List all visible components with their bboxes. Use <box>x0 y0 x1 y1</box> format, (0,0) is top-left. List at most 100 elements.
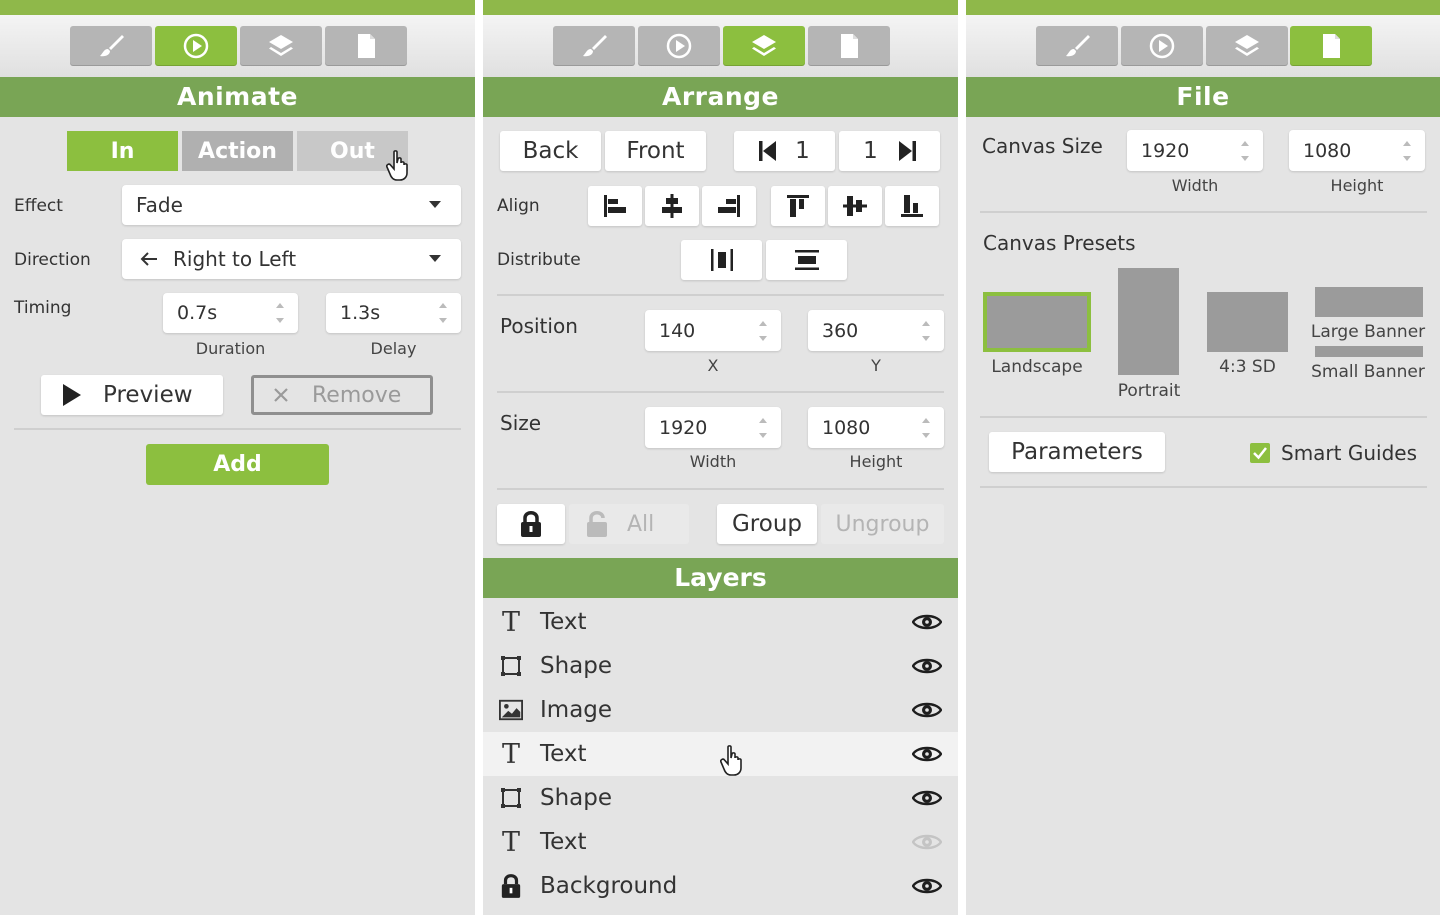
align-left-icon <box>604 195 626 217</box>
layers-tab-button[interactable] <box>723 26 805 66</box>
parameters-button[interactable]: Parameters <box>989 432 1165 472</box>
layer-name: Image <box>540 697 613 723</box>
smart-guides-label[interactable]: Smart Guides <box>1281 441 1417 465</box>
stepper-arrows-icon[interactable] <box>1239 137 1251 165</box>
top-accent-bar <box>966 0 1440 15</box>
direction-label: Direction <box>14 250 91 270</box>
shape-icon <box>499 786 523 810</box>
file-tab-button[interactable] <box>325 26 407 66</box>
eye-icon[interactable] <box>912 656 942 676</box>
animate-tab-button[interactable] <box>638 26 720 66</box>
top-accent-bar <box>483 0 958 15</box>
align-left-button[interactable] <box>588 186 642 226</box>
animate-tab-button[interactable] <box>155 26 237 66</box>
layers-tab-button[interactable] <box>240 26 322 66</box>
preset-small-banner-thumb[interactable] <box>1315 346 1423 357</box>
segment-in[interactable]: In <box>67 131 178 171</box>
brush-tab-button[interactable] <box>70 26 152 66</box>
stepper-arrows-icon[interactable] <box>920 414 932 442</box>
layers-tab-button[interactable] <box>1206 26 1288 66</box>
add-button[interactable]: Add <box>146 444 329 485</box>
stepper-arrows-icon[interactable] <box>437 299 449 327</box>
eye-icon[interactable] <box>912 700 942 720</box>
layer-row[interactable]: Image <box>483 688 958 732</box>
width-value: 1920 <box>659 416 708 439</box>
preset-landscape-thumb[interactable] <box>983 292 1091 352</box>
step-back-button[interactable]: 1 <box>734 131 835 171</box>
file-tab-button[interactable] <box>1290 26 1372 66</box>
preset-small-banner-label[interactable]: Small Banner <box>1306 362 1430 382</box>
chevron-down-icon <box>429 255 441 262</box>
eye-icon[interactable] <box>912 832 942 852</box>
layer-row[interactable]: Shape <box>483 644 958 688</box>
lock-button[interactable] <box>497 504 565 544</box>
arrange-panel: Arrange Back Front 1 1 Align Distribute … <box>483 0 958 915</box>
eye-icon[interactable] <box>912 788 942 808</box>
layer-row[interactable]: T Text <box>483 820 958 864</box>
x-stepper[interactable]: 140 <box>645 310 781 351</box>
animate-tab-button[interactable] <box>1121 26 1203 66</box>
stepper-arrows-icon[interactable] <box>1401 137 1413 165</box>
eye-icon[interactable] <box>912 876 942 896</box>
ungroup-button[interactable]: Ungroup <box>821 504 944 544</box>
effect-select[interactable]: Fade <box>122 185 461 225</box>
align-bottom-button[interactable] <box>885 186 939 226</box>
send-back-button[interactable]: Back <box>500 131 601 171</box>
smart-guides-checkbox[interactable] <box>1250 443 1270 463</box>
direction-value: Right to Left <box>173 247 297 271</box>
brush-tab-button[interactable] <box>1036 26 1118 66</box>
align-center-button[interactable] <box>645 186 699 226</box>
preset-large-banner-thumb[interactable] <box>1315 287 1423 317</box>
lock-all-label: All <box>627 511 655 537</box>
y-stepper[interactable]: 360 <box>808 310 944 351</box>
preset-large-banner-label[interactable]: Large Banner <box>1306 322 1430 342</box>
align-middle-button[interactable] <box>828 186 882 226</box>
preview-button[interactable]: Preview <box>41 375 223 415</box>
brush-icon <box>583 35 607 57</box>
stepper-arrows-icon[interactable] <box>757 317 769 345</box>
group-button[interactable]: Group <box>717 504 817 544</box>
preset-43sd-thumb[interactable] <box>1207 292 1288 352</box>
stepper-arrows-icon[interactable] <box>920 317 932 345</box>
layer-row[interactable]: Background <box>483 864 958 908</box>
size-label: Size <box>500 411 542 435</box>
document-icon <box>358 34 375 58</box>
play-icon <box>1149 33 1175 59</box>
delay-value: 1.3s <box>340 302 381 324</box>
height-stepper[interactable]: 1080 <box>808 407 944 448</box>
remove-label: Remove <box>312 382 402 408</box>
distribute-horizontal-icon <box>710 249 733 271</box>
eye-icon[interactable] <box>912 612 942 632</box>
align-right-button[interactable] <box>702 186 756 226</box>
segment-action[interactable]: Action <box>182 131 293 171</box>
bring-front-button[interactable]: Front <box>605 131 706 171</box>
width-caption: Width <box>689 452 737 471</box>
direction-select[interactable]: Right to Left <box>122 239 461 279</box>
distribute-vertical-button[interactable] <box>766 240 847 280</box>
stepper-arrows-icon[interactable] <box>757 414 769 442</box>
step-forward-button[interactable]: 1 <box>839 131 940 171</box>
remove-button[interactable]: Remove <box>251 375 433 415</box>
distribute-vertical-icon <box>794 250 819 270</box>
preset-portrait-label[interactable]: Portrait <box>1098 381 1200 401</box>
duration-stepper[interactable]: 0.7s <box>163 293 298 333</box>
canvas-width-stepper[interactable]: 1920 <box>1127 130 1263 171</box>
width-stepper[interactable]: 1920 <box>645 407 781 448</box>
preset-43sd-label[interactable]: 4:3 SD <box>1202 357 1293 377</box>
canvas-height-stepper[interactable]: 1080 <box>1289 130 1425 171</box>
duration-caption: Duration <box>195 339 266 358</box>
preset-landscape-label[interactable]: Landscape <box>976 357 1098 377</box>
lock-all-button[interactable]: All <box>569 504 689 544</box>
file-tab-button[interactable] <box>808 26 890 66</box>
layer-row[interactable]: T Text <box>483 600 958 644</box>
layer-row[interactable]: Shape <box>483 776 958 820</box>
eye-icon[interactable] <box>912 744 942 764</box>
preset-portrait-thumb[interactable] <box>1118 268 1179 375</box>
align-top-button[interactable] <box>771 186 825 226</box>
delay-stepper[interactable]: 1.3s <box>326 293 461 333</box>
stepper-arrows-icon[interactable] <box>274 299 286 327</box>
panel-toolbar <box>0 15 475 77</box>
brush-tab-button[interactable] <box>553 26 635 66</box>
distribute-horizontal-button[interactable] <box>681 240 762 280</box>
image-icon <box>499 698 523 722</box>
